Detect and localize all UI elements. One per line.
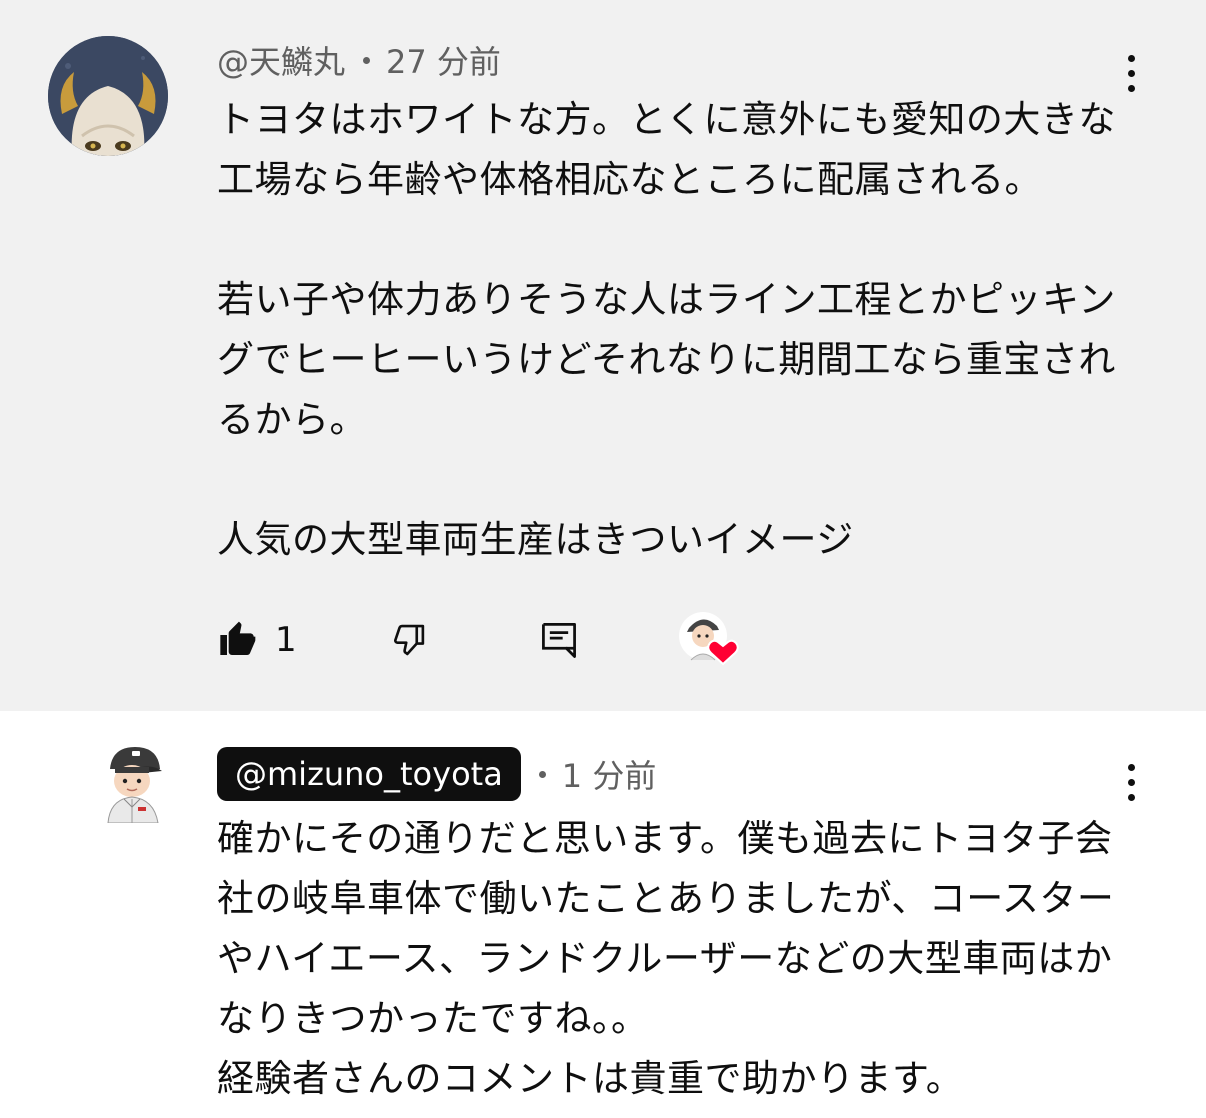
highlighted-comment: @天鱗丸 27 分前 トヨタはホワイトな方。とくに意外にも愛知の大きな工場なら年… — [0, 0, 1206, 711]
comment-action-bar: 1 — [217, 608, 817, 672]
author-handle[interactable]: @天鱗丸 — [217, 37, 345, 83]
like-button[interactable]: 1 — [217, 608, 297, 672]
reply-button[interactable] — [537, 608, 581, 672]
worker-cartoon-avatar-icon[interactable] — [102, 743, 168, 823]
dislike-button[interactable] — [387, 608, 429, 672]
reply-comment-icon — [542, 623, 576, 658]
more-dot-icon — [1127, 793, 1135, 801]
separator-dot — [363, 56, 371, 64]
comment-timestamp[interactable]: 1 分前 — [562, 751, 657, 797]
comment-meta: @mizuno_toyota 1 分前 — [217, 747, 656, 801]
creator-heart-icon — [677, 608, 741, 672]
comment-timestamp[interactable]: 27 分前 — [386, 37, 501, 83]
comment-meta: @天鱗丸 27 分前 — [217, 38, 501, 82]
thumbs-up-filled-icon — [220, 621, 256, 655]
more-dot-icon — [1127, 54, 1135, 62]
more-dot-icon — [1127, 69, 1135, 77]
more-dot-icon — [1127, 763, 1135, 771]
like-count: 1 — [275, 620, 297, 660]
separator-dot — [538, 770, 546, 778]
thumbs-down-icon — [394, 624, 425, 656]
reply-comment: @mizuno_toyota 1 分前 確かにその通りだと思います。僕も過去にト… — [0, 711, 1206, 1118]
more-options-button[interactable] — [1116, 757, 1146, 807]
oni-mask-avatar-icon[interactable] — [48, 36, 168, 156]
channel-owner-handle-chip[interactable]: @mizuno_toyota — [217, 747, 521, 801]
more-dot-icon — [1127, 778, 1135, 786]
comment-text: トヨタはホワイトな方。とくに意外にも愛知の大きな工場なら年齢や体格相応なところに… — [217, 98, 1116, 561]
comment-text: 確かにその通りだと思います。僕も過去にトヨタ子会社の岐阜車体で働いたことありまし… — [217, 817, 1115, 1100]
